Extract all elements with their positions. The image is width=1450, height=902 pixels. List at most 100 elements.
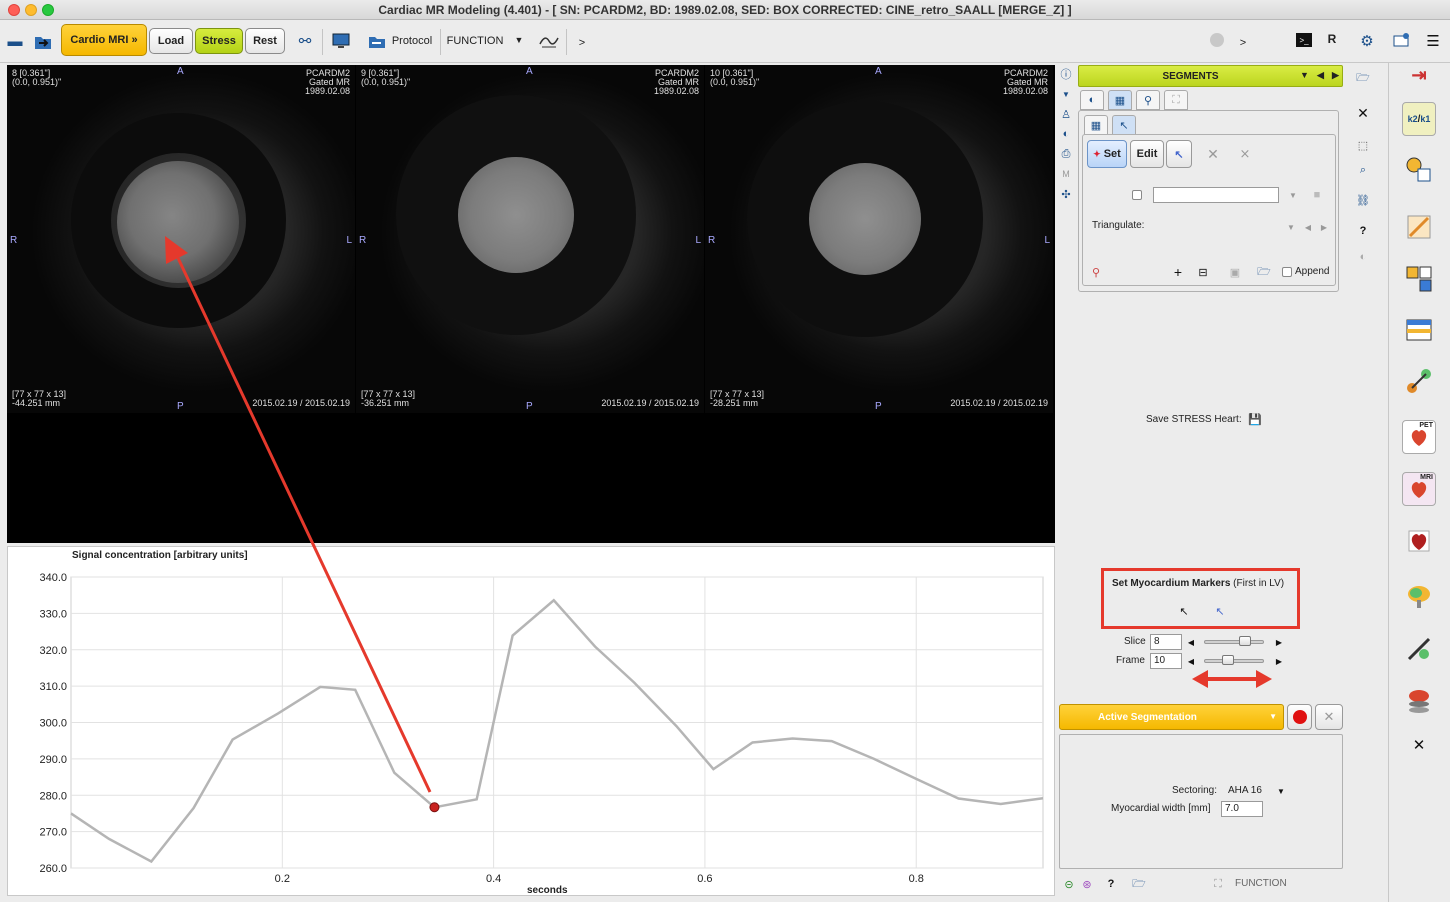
record-button[interactable]	[1287, 704, 1312, 730]
frame-field[interactable]: 10	[1150, 653, 1182, 669]
segments-dropdown-icon[interactable]: ▼	[1300, 70, 1309, 80]
marker-select-icon[interactable]: ↖	[1212, 603, 1228, 619]
set-button[interactable]: ✦ Set	[1087, 140, 1127, 168]
brain-tree-icon[interactable]	[1402, 580, 1436, 614]
protocol-icon[interactable]	[366, 30, 388, 52]
target-icon[interactable]: ⊛	[1079, 876, 1095, 892]
open-folder-arrow-icon[interactable]	[32, 30, 54, 52]
pet-module-icon[interactable]: PET	[1402, 420, 1436, 454]
frame-prev-icon[interactable]: ◀	[1183, 653, 1199, 669]
side-contrast-icon[interactable]: ◐	[1355, 249, 1371, 265]
open-folder-icon[interactable]: 🗁	[1256, 264, 1272, 280]
green-down-icon[interactable]: ⊝	[1061, 876, 1077, 892]
contrast-icon[interactable]: ◐	[1058, 126, 1074, 142]
save-heart-disk-icon[interactable]: 💾	[1247, 411, 1263, 427]
edit-button[interactable]: Edit	[1130, 140, 1164, 168]
terminal-icon[interactable]: >_	[1296, 33, 1312, 47]
sectoring-dropdown-icon[interactable]: ▼	[1273, 783, 1289, 799]
subtab-grid[interactable]: ▦	[1084, 115, 1108, 135]
stress-button[interactable]: Stress	[195, 28, 243, 54]
segments-header[interactable]: SEGMENTS ▼ ◀ ▶	[1078, 65, 1343, 87]
marker-pointer-icon[interactable]: ↖	[1176, 603, 1192, 619]
import-arrow-icon[interactable]: ⇥	[1402, 58, 1436, 92]
viewport-slice-9[interactable]: 9 [0.361"] (0.0, 0.951)" PCARDM2 Gated M…	[356, 65, 704, 413]
tab-model[interactable]: ⚲	[1136, 90, 1160, 110]
segment-name-field[interactable]	[1153, 187, 1279, 203]
curve-tool-icon[interactable]	[538, 30, 560, 52]
protocol-label[interactable]: Protocol	[390, 35, 434, 47]
close-tools-icon[interactable]: ✕	[1355, 105, 1371, 121]
add-icon[interactable]: +	[1170, 264, 1186, 280]
append-checkbox[interactable]	[1282, 267, 1292, 277]
segments-prev-icon[interactable]: ◀	[1317, 70, 1324, 81]
graph-tools-icon[interactable]	[1402, 364, 1436, 398]
monitor-icon[interactable]	[330, 30, 352, 52]
tab-chart[interactable]: ⛶	[1164, 90, 1188, 110]
segment-checkbox[interactable]	[1132, 190, 1142, 200]
tab-grid[interactable]: ▦	[1108, 90, 1132, 110]
puzzle-icon[interactable]: ✣	[1058, 186, 1074, 202]
pin-marker-icon[interactable]: ⚲	[1088, 264, 1104, 280]
viewport-slice-8[interactable]: 8 [0.361"] (0.0, 0.951)" PCARDM2 Gated M…	[7, 65, 355, 413]
pointer-tool-button[interactable]: ↖	[1166, 140, 1192, 168]
delete-icon[interactable]: ✕	[1205, 146, 1221, 162]
slice-field[interactable]: 8	[1150, 634, 1182, 650]
help-icon[interactable]: ?	[1103, 876, 1119, 892]
slice-prev-icon[interactable]: ◀	[1183, 634, 1199, 650]
slice-slider-thumb[interactable]	[1238, 636, 1251, 646]
slice-slider[interactable]	[1204, 640, 1264, 644]
rest-button[interactable]: Rest	[245, 28, 285, 54]
segment-dropdown-icon[interactable]: ▼	[1285, 187, 1301, 203]
info-monitor-icon[interactable]	[1390, 30, 1412, 52]
toolbar-more-button[interactable]: >	[576, 37, 588, 49]
frame-slider-thumb[interactable]	[1222, 655, 1235, 665]
3d-view-icon[interactable]: ⬚	[1355, 137, 1371, 153]
settings-gear-icon[interactable]: ⚙	[1356, 30, 1378, 52]
table-icon[interactable]	[1402, 313, 1436, 347]
toolbar-more-right-button[interactable]: >	[1237, 37, 1249, 49]
person-icon[interactable]: ♙	[1058, 106, 1074, 122]
frame-next-icon[interactable]: ▶	[1271, 653, 1287, 669]
triangulate-next-icon[interactable]: ▶	[1316, 219, 1332, 235]
sectoring-value[interactable]: AHA 16	[1228, 785, 1262, 796]
r-button[interactable]: R	[1325, 32, 1339, 46]
link-icon[interactable]: ⚯	[294, 30, 316, 52]
segments-next-icon[interactable]: ▶	[1332, 70, 1339, 81]
function-dropdown-chevron-icon[interactable]: ▼	[512, 35, 526, 45]
function-dropdown-label[interactable]: FUNCTION	[447, 35, 504, 47]
m-icon[interactable]: M	[1058, 166, 1074, 182]
brain-stack-icon[interactable]	[1402, 684, 1436, 718]
link-chain-icon[interactable]: ⛓	[1355, 192, 1371, 208]
active-segmentation-dropdown-icon[interactable]: ▼	[1269, 712, 1277, 721]
hamburger-menu-icon[interactable]: ☰	[1422, 30, 1444, 52]
chart-plot[interactable]: 340.0 330.0 320.0 310.0 300.0 290.0 280.0 270.0…	[8, 547, 1054, 895]
load-button[interactable]: Load	[149, 28, 193, 54]
subtab-pointer[interactable]: ↖	[1112, 115, 1136, 135]
footer-folder-icon[interactable]: 🗁	[1131, 876, 1147, 892]
side-help-icon[interactable]: ?	[1355, 223, 1371, 239]
blocks-icon[interactable]	[1402, 262, 1436, 296]
shapes-icon[interactable]	[1402, 153, 1436, 187]
triangulate-dropdown-icon[interactable]: ▼	[1283, 219, 1299, 235]
delete-all-icon[interactable]: ⨯	[1237, 146, 1253, 162]
heart-module-icon[interactable]	[1402, 524, 1436, 558]
folder-open-icon[interactable]: 🗁	[1355, 70, 1371, 86]
active-segmentation-bar[interactable]: Active Segmentation ▼	[1059, 704, 1284, 730]
menu-collapse-icon[interactable]: ▬	[6, 30, 24, 52]
triangulate-prev-icon[interactable]: ◀	[1300, 219, 1316, 235]
cardio-mri-button[interactable]: Cardio MRI »	[61, 24, 147, 56]
tab-contrast[interactable]: ◐	[1080, 90, 1104, 110]
disk-icon[interactable]: ▣	[1227, 264, 1243, 280]
zoom-icon[interactable]: ⌕	[1355, 162, 1371, 178]
save-markers-icon[interactable]: ⊟	[1195, 264, 1211, 280]
info-icon[interactable]: ⓘ	[1058, 66, 1074, 82]
kinetic-model-icon[interactable]: k2/k1	[1402, 102, 1436, 136]
edit-tools-icon[interactable]	[1402, 210, 1436, 244]
print-icon[interactable]: ⎙	[1058, 146, 1074, 162]
viewport-slice-10[interactable]: 10 [0.361"] (0.0, 0.951)" PCARDM2 Gated …	[705, 65, 1053, 413]
mri-module-icon[interactable]: MRI	[1402, 472, 1436, 506]
sidebar-close-icon[interactable]: ✕	[1411, 737, 1427, 754]
clear-segmentation-button[interactable]: ✕	[1315, 704, 1343, 730]
pen-edit-icon[interactable]	[1402, 632, 1436, 666]
slice-next-icon[interactable]: ▶	[1271, 634, 1287, 650]
